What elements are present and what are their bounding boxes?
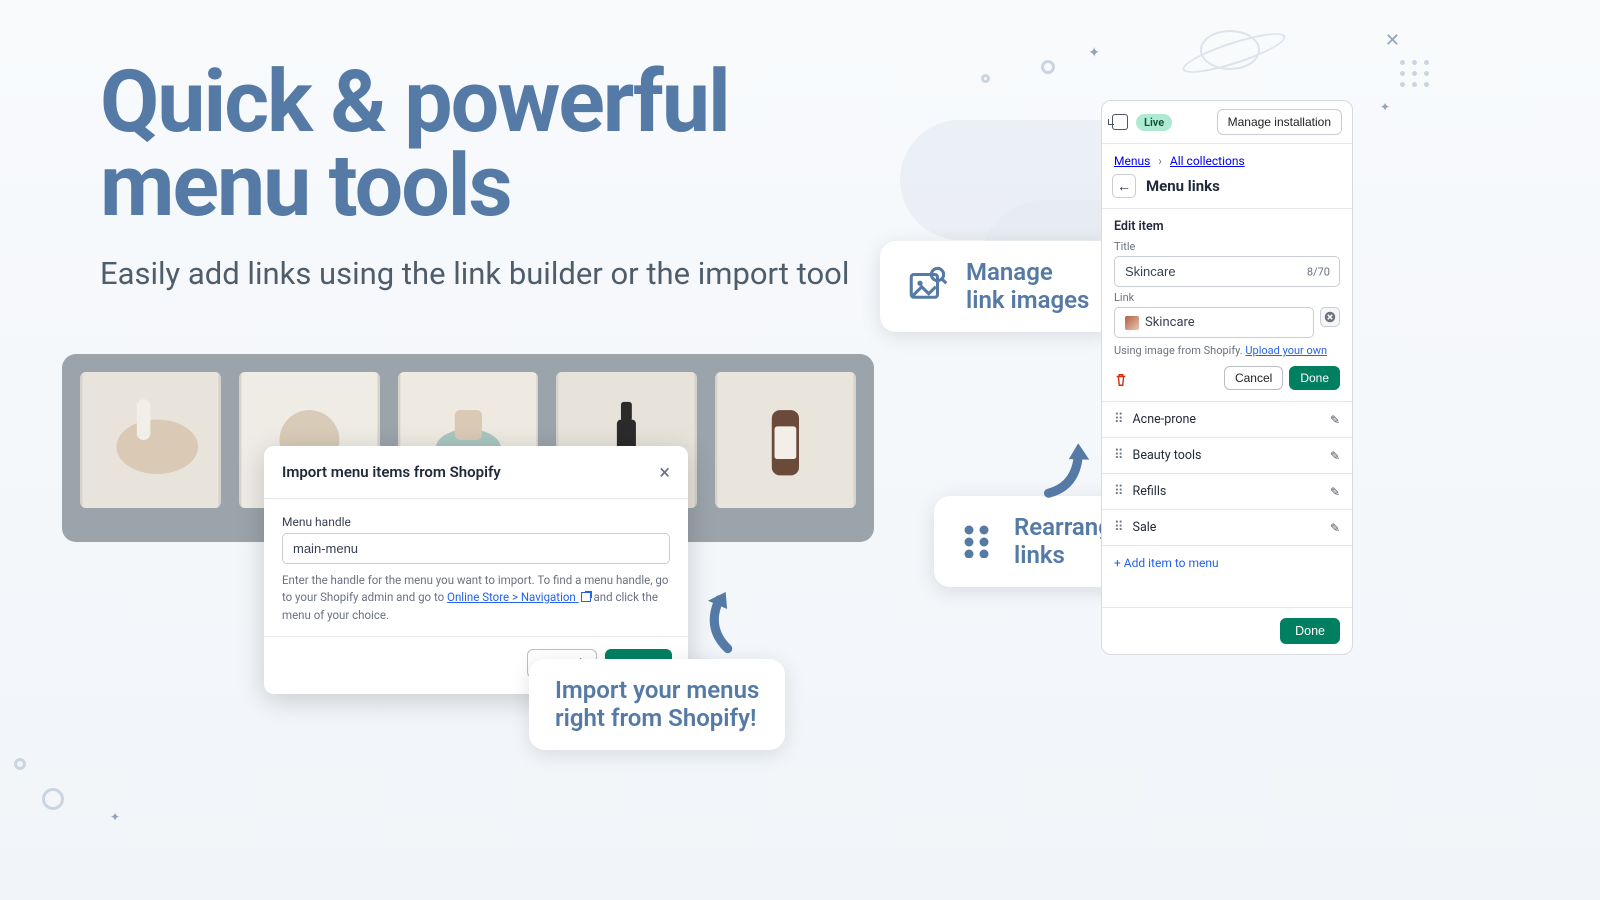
circle-icon [42,788,64,810]
crumb-menus[interactable]: Menus [1114,154,1150,168]
live-badge: Live [1136,114,1172,131]
drag-handle-icon[interactable]: ⠿ [1114,448,1125,463]
sparkle-icon: ✦ [110,810,120,824]
sparkle-icon: ✦ [1380,100,1390,114]
done-button[interactable]: Done [1289,366,1340,390]
app-panel: Live Manage installation Menus › All col… [1101,100,1353,655]
external-link-icon [581,592,591,602]
menu-item-label: Acne-prone [1133,412,1196,427]
dotgrid-icon [1400,60,1430,87]
menu-handle-input[interactable] [282,533,670,564]
pencil-icon[interactable]: ✎ [1330,521,1340,535]
drag-handle-icon[interactable]: ⠿ [1114,412,1125,427]
char-count: 8/70 [1307,265,1330,278]
modal-title: Import menu items from Shopify [282,463,501,481]
link-thumb-icon [1125,316,1139,330]
callout-text: Import your menusright from Shopify! [555,677,759,732]
close-icon[interactable]: × [659,462,670,482]
link-input[interactable]: Skincare [1114,307,1314,338]
pencil-icon[interactable]: ✎ [1330,485,1340,499]
title-label: Title [1114,240,1340,253]
hero-title: Quick & powerful menu tools [100,60,849,229]
product-image [80,372,221,508]
sparkle-icon: ✦ [1088,45,1100,61]
menu-item-label: Refills [1133,484,1167,499]
clear-link-button[interactable] [1320,307,1340,327]
crumb-all-collections[interactable]: All collections [1170,154,1245,168]
menu-item-row: ⠿ Refills ✎ [1102,473,1352,509]
arrow-icon [680,578,767,666]
edit-item-heading: Edit item [1114,219,1340,234]
pencil-icon[interactable]: ✎ [1330,413,1340,427]
pin-icon[interactable] [1112,114,1128,130]
drag-handle-icon[interactable]: ⠿ [1114,484,1125,499]
helper-text: Enter the handle for the menu you want t… [282,572,670,624]
menu-item-label: Beauty tools [1133,448,1202,463]
pencil-icon[interactable]: ✎ [1330,449,1340,463]
navigation-link[interactable]: Online Store > Navigation [447,590,591,604]
gallery-thumb[interactable]: SKINCARE [80,372,221,508]
breadcrumb: Menus › All collections [1102,144,1352,168]
callout-manage-images: Managelink images [880,241,1115,332]
drag-grid-icon [960,522,996,562]
circle-icon [981,74,990,83]
panel-done-button[interactable]: Done [1280,618,1340,644]
import-modal: Import menu items from Shopify × Menu ha… [264,446,688,694]
upload-own-link[interactable]: Upload your own [1245,344,1327,357]
planet-icon [1200,30,1260,70]
hero: Quick & powerful menu tools Easily add l… [100,60,849,294]
callout-text: Managelink images [966,259,1089,314]
add-item-link[interactable]: + Add item to menu [1102,545,1352,580]
product-image [715,372,856,508]
menu-item-label: Sale [1133,520,1157,535]
panel-title: Menu links [1146,177,1220,195]
circle-icon [14,758,26,770]
circle-icon [1041,60,1055,74]
cancel-button[interactable]: Cancel [1224,366,1283,390]
image-note: Using image from Shopify. Upload your ow… [1114,344,1340,357]
link-label: Link [1114,291,1340,304]
gallery-thumb[interactable]: SALE [715,372,856,508]
menu-handle-label: Menu handle [282,515,670,529]
menu-item-row: ⠿ Beauty tools ✎ [1102,437,1352,473]
edit-item-section: Edit item Title 8/70 Link Skincare Using… [1102,208,1352,401]
manage-installation-button[interactable]: Manage installation [1217,109,1342,135]
menu-item-row: ⠿ Acne-prone ✎ [1102,401,1352,437]
drag-handle-icon[interactable]: ⠿ [1114,520,1125,535]
hero-subtitle: Easily add links using the link builder … [100,253,849,295]
trash-icon[interactable] [1114,373,1128,391]
back-button[interactable]: ← [1112,174,1136,198]
chevron-right-icon: › [1158,154,1162,168]
arrow-icon [1030,435,1100,508]
image-search-icon [906,264,948,310]
menu-item-row: ⠿ Sale ✎ [1102,509,1352,545]
callout-import: Import your menusright from Shopify! [529,659,785,750]
sparkle-icon: ✕ [1385,30,1400,51]
